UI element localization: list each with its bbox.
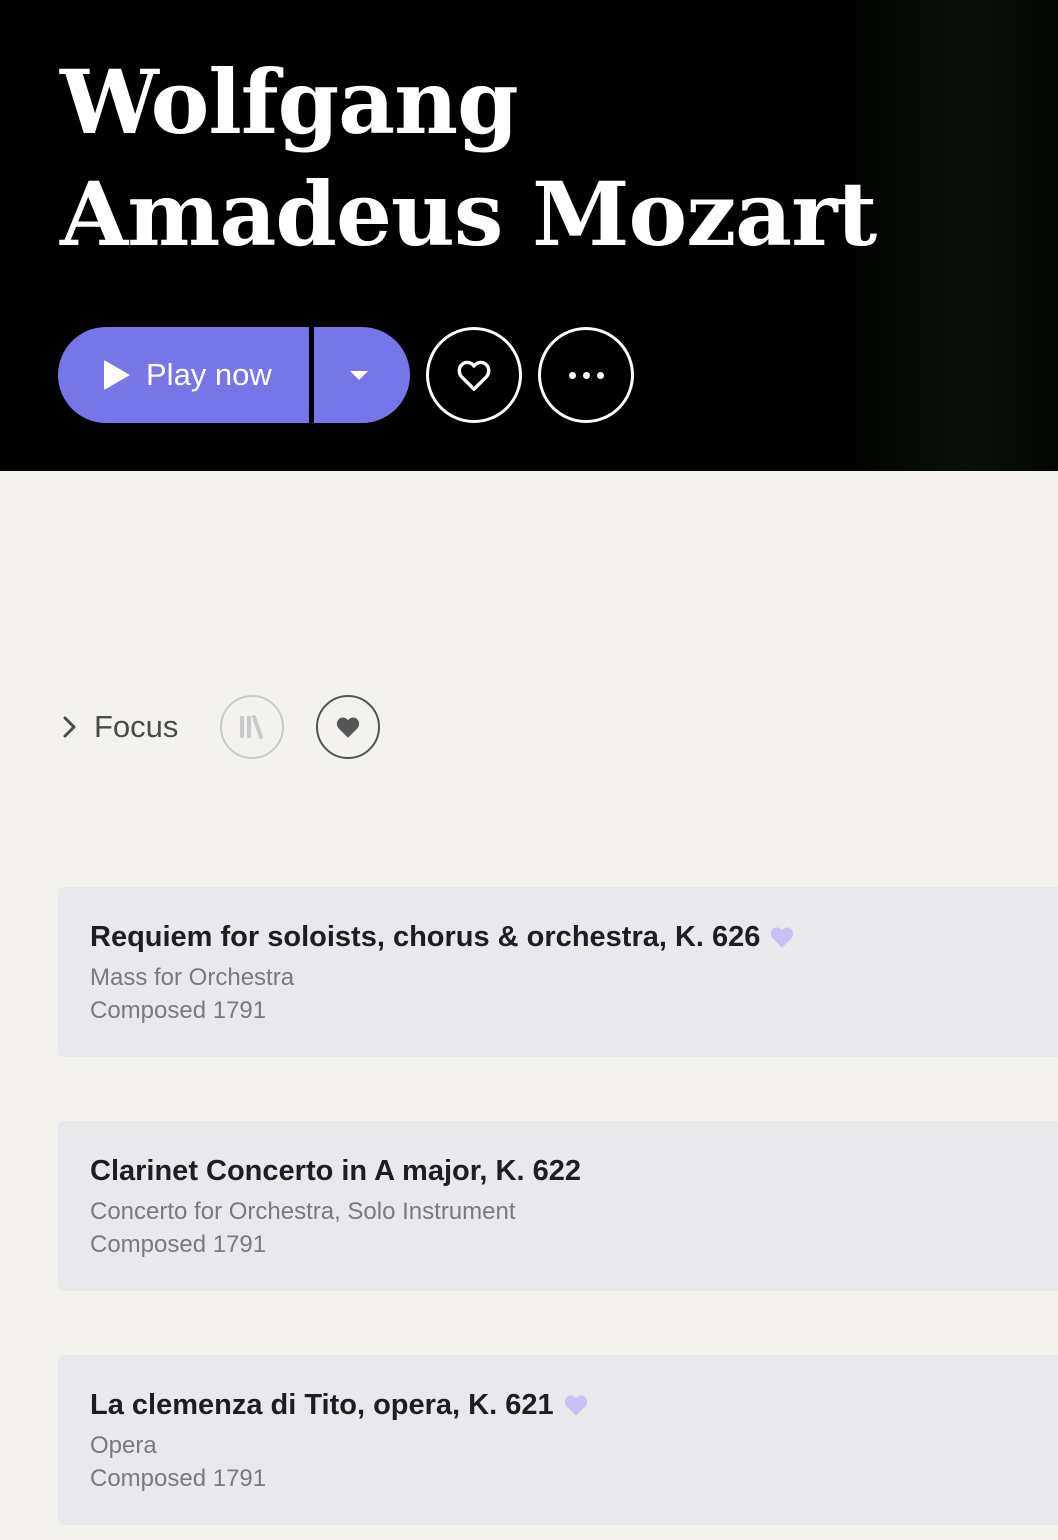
work-type: Mass for Orchestra — [90, 964, 295, 991]
play-button-group: Play now — [58, 327, 410, 423]
artist-hero: Wolfgang Amadeus Mozart Play now — [0, 0, 1058, 471]
library-icon — [240, 715, 263, 739]
focus-toggle[interactable]: Focus — [58, 709, 178, 745]
caret-down-icon — [350, 370, 368, 380]
more-options-button[interactable] — [538, 327, 634, 423]
focus-label: Focus — [94, 709, 179, 744]
work-type: Concerto for Orchestra, Solo Instrument — [90, 1198, 516, 1225]
library-filter-button[interactable] — [220, 695, 284, 759]
work-title: La clemenza di Tito, opera, K. 621 — [90, 1387, 1058, 1423]
work-title-text: Clarinet Concerto in A major, K. 622 — [90, 1155, 581, 1187]
favorites-filter-button[interactable] — [316, 695, 380, 759]
work-title-text: La clemenza di Tito, opera, K. 621 — [90, 1389, 554, 1421]
heart-filled-icon — [336, 717, 360, 738]
play-now-label: Play now — [146, 357, 272, 392]
works-toolbar: Focus — [58, 695, 380, 759]
work-composed-date: Composed 1791 — [90, 1231, 267, 1258]
heart-outline-icon — [457, 360, 491, 391]
artist-name-line-2: Amadeus Mozart — [60, 162, 877, 266]
work-card[interactable]: La clemenza di Tito, opera, K. 621 Opera… — [58, 1355, 1058, 1525]
work-title-text: Requiem for soloists, chorus & orchestra… — [90, 921, 761, 953]
work-title: Clarinet Concerto in A major, K. 622 — [90, 1153, 1058, 1189]
artist-photo — [855, 0, 1058, 471]
favorite-artist-button[interactable] — [426, 327, 522, 423]
play-icon — [104, 360, 130, 390]
work-card[interactable]: Clarinet Concerto in A major, K. 622 Con… — [58, 1121, 1058, 1291]
chevron-right-icon — [63, 716, 76, 738]
artist-name-line-1: Wolfgang — [60, 50, 519, 154]
favorite-heart-icon — [562, 1392, 590, 1418]
work-type: Opera — [90, 1432, 157, 1459]
favorite-heart-icon — [768, 924, 796, 950]
play-options-dropdown[interactable] — [314, 327, 410, 423]
work-title: Requiem for soloists, chorus & orchestra… — [90, 919, 1058, 955]
work-card[interactable]: Requiem for soloists, chorus & orchestra… — [58, 887, 1058, 1057]
play-now-button[interactable]: Play now — [58, 327, 309, 423]
artist-name: Wolfgang Amadeus Mozart — [60, 46, 877, 270]
work-composed-date: Composed 1791 — [90, 997, 267, 1024]
more-dots-icon — [568, 371, 604, 379]
work-composed-date: Composed 1791 — [90, 1465, 267, 1492]
